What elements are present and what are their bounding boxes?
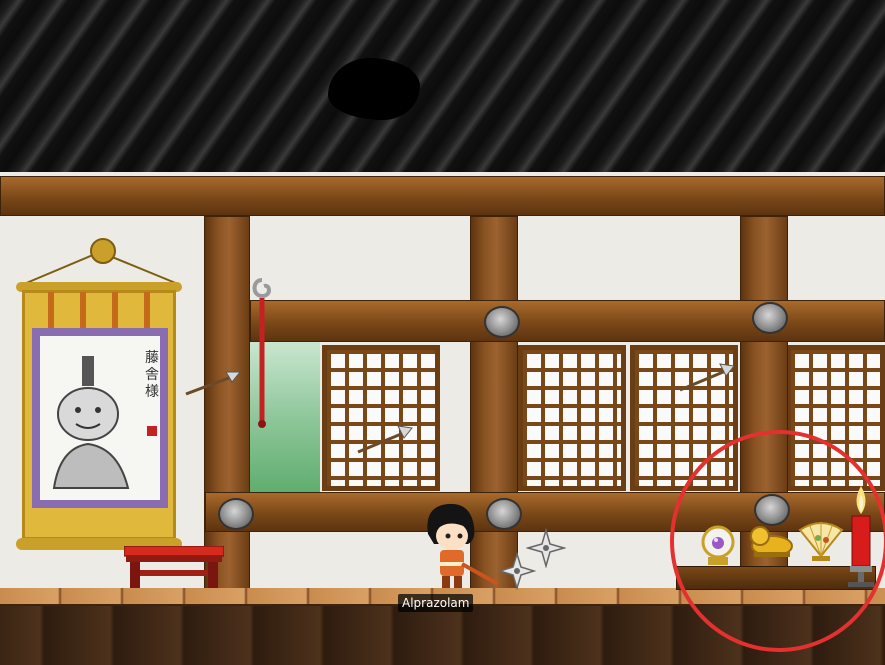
scroll-stripe: [112, 292, 118, 328]
portrait-figure: [52, 356, 130, 489]
arrow-icon: [679, 363, 735, 392]
scroll-stripe: [144, 292, 150, 328]
scroll-hanger: [90, 238, 116, 264]
beam-bolt-icon: [752, 302, 788, 334]
arrow-icon: [185, 371, 242, 396]
middle-beam: [250, 300, 885, 342]
arrow-icon: [357, 425, 413, 454]
red-table[interactable]: [124, 546, 224, 590]
scroll-stripe: [80, 292, 86, 328]
lattice-window: [518, 345, 626, 491]
beam-bolt-icon: [218, 498, 254, 530]
player-character[interactable]: [418, 500, 502, 592]
shuriken-icon: [498, 552, 536, 590]
scroll-stripe: [48, 292, 54, 328]
annotation-circle: [670, 430, 885, 652]
scroll-calligraphy: 藤舎様: [145, 350, 159, 400]
seal-stamp: [147, 426, 157, 436]
game-scene: 藤舎様 Alprazolam: [0, 0, 885, 665]
player-name-tag: Alprazolam: [398, 594, 474, 612]
lattice-window: [322, 345, 440, 491]
roof-hole: [328, 58, 420, 120]
beam-bolt-icon: [484, 306, 520, 338]
hanging-rope: [252, 278, 271, 428]
